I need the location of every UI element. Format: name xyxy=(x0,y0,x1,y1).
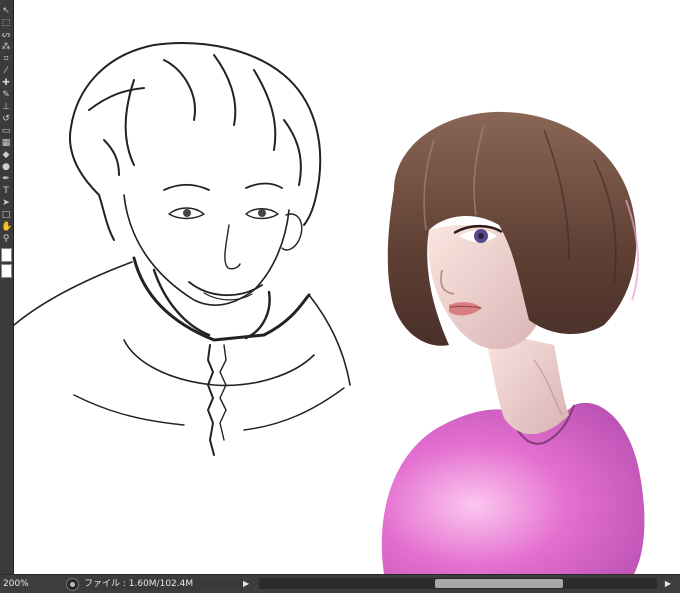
shape-tool-icon[interactable]: □ xyxy=(1,210,11,220)
horizontal-scroll-thumb[interactable] xyxy=(435,579,563,588)
move-tool-icon[interactable]: ↖ xyxy=(1,6,11,16)
zoom-tool-icon[interactable]: ⚲ xyxy=(1,234,11,244)
crop-tool-icon[interactable]: ⌗ xyxy=(1,54,11,64)
horizontal-scrollbar[interactable] xyxy=(259,578,657,589)
magic-wand-tool-icon[interactable]: ⁂ xyxy=(1,42,11,52)
eraser-tool-icon[interactable]: ▭ xyxy=(1,126,11,136)
healing-tool-icon[interactable]: ✚ xyxy=(1,78,11,88)
document-canvas[interactable] xyxy=(14,0,680,574)
history-brush-tool-icon[interactable]: ↺ xyxy=(1,114,11,124)
stamp-tool-icon[interactable]: ⊥ xyxy=(1,102,11,112)
type-tool-icon[interactable]: T xyxy=(1,186,11,196)
marquee-tool-icon[interactable]: ⬚ xyxy=(1,18,11,28)
eyedropper-tool-icon[interactable]: ⁄ xyxy=(1,66,11,76)
female-painting xyxy=(381,111,645,574)
document-info-icon[interactable] xyxy=(66,578,79,591)
background-color-swatch[interactable] xyxy=(1,264,12,278)
brush-tool-icon[interactable]: ✎ xyxy=(1,90,11,100)
foreground-color-swatch[interactable] xyxy=(1,248,12,262)
path-selection-tool-icon[interactable]: ➤ xyxy=(1,198,11,208)
lasso-tool-icon[interactable]: ᔕ xyxy=(1,30,11,40)
gradient-tool-icon[interactable]: ▦ xyxy=(1,138,11,148)
status-bar: 200% ファイル : 1.60M/102.4M ▶ ▶ xyxy=(0,574,680,593)
male-sketch xyxy=(14,42,351,456)
zoom-level[interactable]: 200% xyxy=(3,578,49,590)
dodge-tool-icon[interactable]: ● xyxy=(1,162,11,172)
pen-tool-icon[interactable]: ✒ xyxy=(1,174,11,184)
artwork xyxy=(14,42,645,574)
tools-panel: ↖ ⬚ ᔕ ⁂ ⌗ ⁄ ✚ ✎ ⊥ ↺ ▭ ▦ ◆ ● ✒ T ➤ □ ✋ ⚲ xyxy=(0,0,14,574)
hand-tool-icon[interactable]: ✋ xyxy=(1,222,12,232)
status-menu-arrow-icon[interactable]: ▶ xyxy=(243,578,252,590)
blur-tool-icon[interactable]: ◆ xyxy=(1,150,11,160)
file-size-info: ファイル : 1.60M/102.4M xyxy=(80,578,242,590)
scroll-right-arrow-icon[interactable]: ▶ xyxy=(662,578,674,590)
